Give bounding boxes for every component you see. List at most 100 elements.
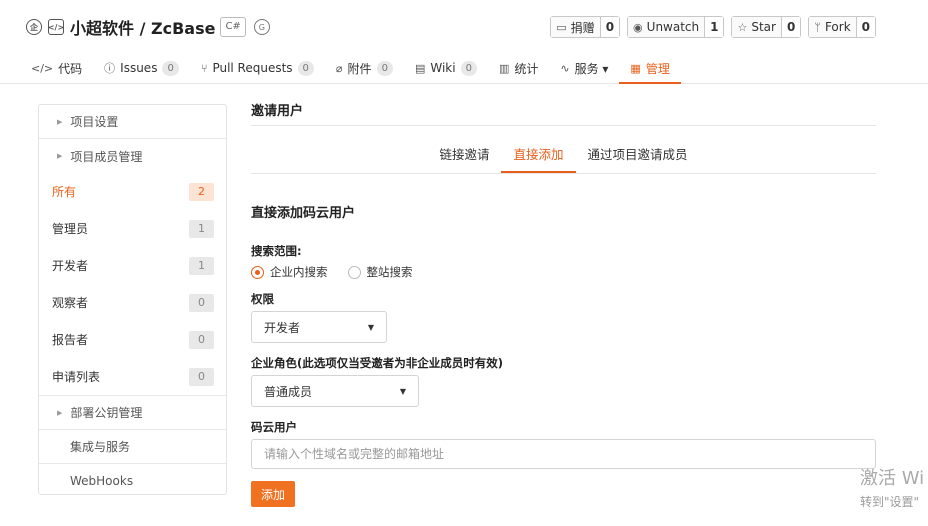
wiki-icon: ▤ [414,61,426,75]
repo-title[interactable]: 小超软件 / ZcBase [70,15,215,39]
tab-stats[interactable]: ▥ 统计 [488,52,549,84]
sidebar-item-requests[interactable]: 申请列表 0 [39,358,226,395]
caret-right-icon: ▶ [57,408,63,417]
tab-manage[interactable]: ▦ 管理 [619,52,682,84]
search-scope-radios: 企业内搜索 整站搜索 [251,264,876,280]
issues-count-badge: 0 [162,60,179,76]
member-count: 2 [189,182,214,201]
tab-label: Issues [120,61,158,75]
tab-label: 服务 ▾ [574,61,609,76]
caret-down-icon: ▼ [399,386,406,396]
add-button[interactable]: 添加 [251,481,295,507]
repo-nav: </> 代码 ⓘ Issues 0 ⑂ Pull Requests 0 ⌀ 附件… [20,52,682,84]
sidebar-group-project-settings[interactable]: ▶ 项目设置 [39,105,226,139]
member-count: 0 [189,367,214,386]
sidebar-item-label: 管理员 [52,222,89,236]
sidebar-item-label: 开发者 [52,259,89,273]
star-label: Star [751,20,776,34]
tab-label: 统计 [514,61,539,76]
scope-site-radio[interactable]: 整站搜索 [347,264,413,280]
user-search-input[interactable] [251,439,876,469]
tab-label: 管理 [645,61,670,76]
member-count: 1 [189,256,214,275]
unwatch-button[interactable]: ◉ Unwatch 1 [627,16,725,38]
star-count[interactable]: 0 [780,17,801,37]
tab-label: Wiki [430,61,456,75]
sidebar-item-admin[interactable]: 管理员 1 [39,210,226,247]
caret-down-icon: ▼ [367,322,374,332]
code-icon: </> [31,61,54,75]
tab-pull-requests[interactable]: ⑂ Pull Requests 0 [190,52,325,84]
sidebar-group-label: 项目成员管理 [70,149,143,164]
search-scope-label: 搜索范围: [251,244,302,258]
scope-enterprise-radio[interactable]: 企业内搜索 [251,264,328,280]
donate-button[interactable]: ▭ 捐赠 0 [550,16,621,38]
sidebar-item-label: 集成与服务 [70,440,131,454]
sidebar-item-label: WebHooks [70,473,134,488]
manage-icon: ▦ [630,61,641,75]
sidebar-item-label: 申请列表 [52,370,101,384]
paperclip-icon: ⌀ [335,61,343,75]
sidebar-item-all[interactable]: 所有 2 [39,173,226,210]
fork-label: Fork [824,20,851,34]
tab-label: Pull Requests [212,61,293,75]
radio-unselected-icon [347,265,361,279]
star-icon: ☆ [737,20,748,34]
watermark-line2: 转到"设置" [860,495,920,509]
role-value: 普通成员 [264,384,313,399]
eye-icon: ◉ [633,20,643,34]
page-title: 邀请用户 [251,98,876,126]
permission-value: 开发者 [264,320,301,335]
fork-count[interactable]: 0 [855,17,875,37]
user-label: 码云用户 [251,420,297,434]
donate-icon: ▭ [556,20,567,34]
invite-panel: 邀请用户 链接邀请 直接添加 通过项目邀请成员 直接添加码云用户 搜索范围: 企… [251,98,876,507]
caret-right-icon: ▶ [57,152,63,160]
bar-chart-icon: ▥ [498,61,510,75]
repo-actions: ▭ 捐赠 0 ◉ Unwatch 1 ☆ Star 0 ᛘ Fork 0 [550,16,876,38]
enterprise-icon: 企 [26,19,42,35]
tab-issues[interactable]: ⓘ Issues 0 [93,52,190,84]
donate-count[interactable]: 0 [599,17,620,37]
tab-wiki[interactable]: ▤ Wiki 0 [404,52,488,84]
settings-sidebar: ▶ 项目设置 ▶ 项目成员管理 所有 2 管理员 1 开发者 1 观察者 0 报… [38,104,227,495]
sidebar-item-label: 报告者 [52,333,89,347]
role-select[interactable]: 普通成员 ▼ [251,375,419,407]
fork-button[interactable]: ᛘ Fork 0 [808,16,876,38]
radio-label: 企业内搜索 [270,265,328,279]
language-badge[interactable]: C# [220,17,246,37]
attachments-count-badge: 0 [376,60,393,76]
wiki-count-badge: 0 [460,60,477,76]
sidebar-item-webhooks[interactable]: WebHooks [39,463,226,497]
sidebar-group-label: 项目设置 [70,115,119,129]
sidebar-item-developer[interactable]: 开发者 1 [39,247,226,284]
issue-icon: ⓘ [104,62,116,75]
activation-watermark: 激活 Wi 转到"设置" [860,464,924,510]
member-count: 0 [189,293,214,312]
sidebar-group-member-mgmt[interactable]: ▶ 项目成员管理 [39,139,226,173]
tab-code[interactable]: </> 代码 [20,52,93,84]
sidebar-item-observer[interactable]: 观察者 0 [39,284,226,321]
tab-direct-add[interactable]: 直接添加 [501,145,576,173]
watch-count[interactable]: 1 [704,17,724,37]
sidebar-item-reporter[interactable]: 报告者 0 [39,321,226,358]
sidebar-group-deploy-keys[interactable]: ▶ 部署公钥管理 [39,395,226,429]
unwatch-label: Unwatch [646,20,700,34]
sidebar-item-integrations[interactable]: 集成与服务 [39,429,226,463]
member-count: 0 [189,330,214,349]
gvp-badge-icon[interactable]: G [253,19,270,35]
section-title: 直接添加码云用户 [251,206,356,221]
repo-title-row: 企 </> 小超软件 / ZcBase C# G [26,15,270,39]
tab-link-invite[interactable]: 链接邀请 [427,145,501,173]
repo-header: 企 </> 小超软件 / ZcBase C# G ▭ 捐赠 0 ◉ Unwatch … [0,0,928,84]
invite-tabs: 链接邀请 直接添加 通过项目邀请成员 [251,126,876,174]
role-label: 企业角色(此选项仅当受邀者为非企业成员时有效) [251,356,504,370]
tab-invite-via-project[interactable]: 通过项目邀请成员 [576,145,700,173]
tab-services[interactable]: ∿ 服务 ▾ [549,52,619,84]
donate-label: 捐赠 [570,20,595,35]
tab-attachments[interactable]: ⌀ 附件 0 [325,52,404,84]
permission-label: 权限 [251,292,274,306]
star-button[interactable]: ☆ Star 0 [731,16,802,38]
permission-select[interactable]: 开发者 ▼ [251,311,387,343]
sidebar-group-label: 部署公钥管理 [70,406,143,420]
